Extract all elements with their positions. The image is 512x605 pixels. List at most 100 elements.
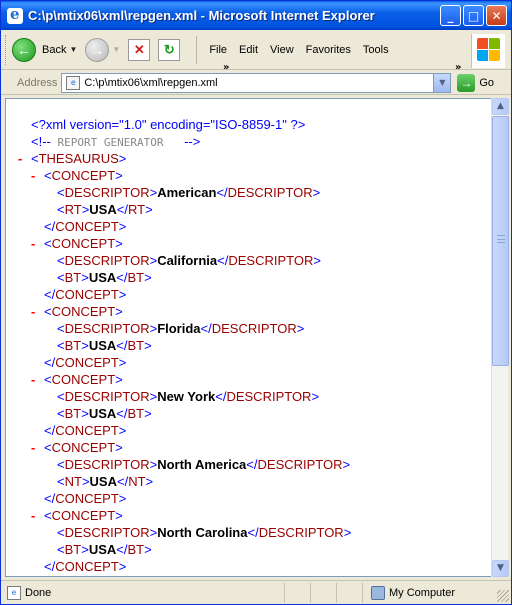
relation-value: USA <box>88 542 117 557</box>
concept-block: - <CONCEPT> <DESCRIPTOR>New York</DESCRIPT… <box>18 371 351 439</box>
relation-value: USA <box>89 474 117 489</box>
vertical-scrollbar[interactable]: ▲ ▼ <box>491 98 509 577</box>
root-open-tag[interactable]: - <THESAURUS> <box>18 150 351 167</box>
standard-toolbar: ← Back ▼ → ▼ ✕ ↻ » File Edit View Favori… <box>1 30 511 73</box>
concept-close-tag: </CONCEPT> <box>44 559 127 574</box>
address-bar: Address e C:\p\mtix06\xml\repgen.xml ▼ →… <box>1 71 511 95</box>
back-button[interactable]: ← Back ▼ <box>8 35 81 65</box>
relation-value: USA <box>88 270 117 285</box>
concept-open-tag[interactable]: -<CONCEPT> <box>18 235 351 252</box>
concept-open-tag[interactable]: -<CONCEPT> <box>18 371 351 388</box>
window-title: C:\p\mtix06\xml\repgen.xml - Microsoft I… <box>28 8 375 23</box>
address-dropdown-icon[interactable]: ▼ <box>433 73 451 92</box>
back-dropdown-icon[interactable]: ▼ <box>69 45 77 54</box>
back-arrow-icon: ← <box>12 37 36 62</box>
refresh-button[interactable]: ↻ <box>154 35 184 65</box>
descriptor-line: <DESCRIPTOR>North America</DESCRIPTOR> <box>57 457 351 472</box>
address-input[interactable]: e C:\p\mtix06\xml\repgen.xml ▼ <box>61 72 452 93</box>
collapse-toggle[interactable]: - <box>31 235 44 252</box>
relation-value: USA <box>89 202 117 217</box>
refresh-icon: ↻ <box>158 38 181 61</box>
collapse-toggle[interactable]: - <box>31 167 44 184</box>
xml-comment: <!-- REPORT GENERATOR --> <box>31 134 201 149</box>
forward-arrow-icon: → <box>85 37 110 62</box>
content-area[interactable]: <?xml version="1.0" encoding="ISO-8859-1… <box>5 98 491 577</box>
zone-text: My Computer <box>389 586 456 599</box>
concept-close-tag: </CONCEPT> <box>44 355 127 370</box>
ie-app-icon <box>7 5 23 24</box>
concept-open-tag[interactable]: -<CONCEPT> <box>18 575 351 576</box>
collapse-toggle[interactable]: - <box>31 303 44 320</box>
descriptor-value: New York <box>157 389 216 404</box>
go-arrow-icon: → <box>457 73 476 92</box>
collapse-toggle[interactable]: - <box>31 371 44 388</box>
concept-open-tag[interactable]: -<CONCEPT> <box>18 507 351 524</box>
collapse-toggle[interactable]: - <box>31 575 44 576</box>
concept-open-tag[interactable]: -<CONCEPT> <box>18 167 351 184</box>
descriptor-line: <DESCRIPTOR>North Carolina</DESCRIPTOR> <box>57 525 352 540</box>
status-cell <box>311 582 337 603</box>
ie-window: C:\p\mtix06\xml\repgen.xml - Microsoft I… <box>0 0 512 605</box>
relation-line: <NT>USA</NT> <box>57 474 154 489</box>
collapse-toggle[interactable]: - <box>31 439 44 456</box>
status-page-icon: e <box>7 585 21 600</box>
address-value[interactable]: C:\p\mtix06\xml\repgen.xml <box>84 77 217 89</box>
title-bar[interactable]: C:\p\mtix06\xml\repgen.xml - Microsoft I… <box>1 1 511 30</box>
concept-open-tag[interactable]: -<CONCEPT> <box>18 439 351 456</box>
relation-line: <BT>USA</BT> <box>57 406 152 421</box>
concepts-list: - <CONCEPT> <DESCRIPTOR>American</DESCRIPT… <box>18 167 351 576</box>
menu-file[interactable]: File <box>203 44 233 56</box>
back-label: Back <box>42 43 67 56</box>
scroll-thumb[interactable] <box>492 116 509 366</box>
zone-indicator: My Computer <box>371 585 456 600</box>
address-label: Address <box>17 76 58 89</box>
stop-button[interactable]: ✕ <box>124 35 154 65</box>
concept-block: - <CONCEPT> <DESCRIPTOR>North Carolina</DE… <box>18 507 351 575</box>
concept-close-tag: </CONCEPT> <box>44 287 127 302</box>
descriptor-value: American <box>157 185 217 200</box>
scroll-down-button[interactable]: ▼ <box>492 560 509 577</box>
status-bar: e Done My Computer <box>1 580 511 604</box>
toolbar-separator <box>196 35 198 64</box>
close-button[interactable]: ✕ <box>486 5 507 26</box>
descriptor-value: North Carolina <box>157 525 248 540</box>
maximize-button[interactable]: □ <box>463 5 484 26</box>
xml-declaration: <?xml version="1.0" encoding="ISO-8859-1… <box>31 117 306 132</box>
status-cell <box>337 582 363 603</box>
concept-block: - <CONCEPT> <DESCRIPTOR>California</DESCRI… <box>18 235 351 303</box>
descriptor-value: North America <box>157 457 247 472</box>
status-text: Done <box>25 586 52 599</box>
relation-value: USA <box>88 406 117 421</box>
minimize-button[interactable]: _ <box>440 5 461 26</box>
collapse-toggle[interactable]: - <box>31 507 44 524</box>
relation-line: <BT>USA</BT> <box>57 270 152 285</box>
descriptor-value: California <box>157 253 218 268</box>
descriptor-value: Florida <box>157 321 201 336</box>
descriptor-line: <DESCRIPTOR>New York</DESCRIPTOR> <box>57 389 320 404</box>
go-button[interactable]: → Go <box>457 73 495 92</box>
scroll-up-button[interactable]: ▲ <box>492 98 509 115</box>
menu-tools[interactable]: Tools <box>357 44 395 56</box>
resize-grip[interactable] <box>497 590 509 602</box>
concept-close-tag: </CONCEPT> <box>44 423 127 438</box>
relation-line: <RT>USA</RT> <box>57 202 153 217</box>
descriptor-line: <DESCRIPTOR>American</DESCRIPTOR> <box>57 185 321 200</box>
menu-edit[interactable]: Edit <box>233 44 264 56</box>
forward-dropdown-icon[interactable]: ▼ <box>112 45 120 54</box>
menu-view[interactable]: View <box>264 44 300 56</box>
status-cell <box>225 582 285 603</box>
collapse-toggle[interactable]: - <box>18 150 31 167</box>
forward-button[interactable]: → ▼ <box>81 35 124 65</box>
windows-logo <box>471 34 505 68</box>
concept-open-tag[interactable]: -<CONCEPT> <box>18 303 351 320</box>
go-label: Go <box>479 76 495 89</box>
descriptor-line: <DESCRIPTOR>Florida</DESCRIPTOR> <box>57 321 305 336</box>
concept-block: - <CONCEPT> <DESCRIPTOR>American</DESCRIPT… <box>18 167 351 235</box>
menu-bar: File Edit View Favorites Tools <box>203 44 394 56</box>
page-icon: e <box>66 75 81 90</box>
relation-line: <BT>USA</BT> <box>57 338 152 353</box>
windows-flag-icon <box>477 38 501 62</box>
menu-favorites[interactable]: Favorites <box>300 44 357 56</box>
concept-block: - <CONCEPT> <DESCRIPTOR>Florida</DESCRIPTO… <box>18 303 351 371</box>
stop-icon: ✕ <box>128 38 151 61</box>
